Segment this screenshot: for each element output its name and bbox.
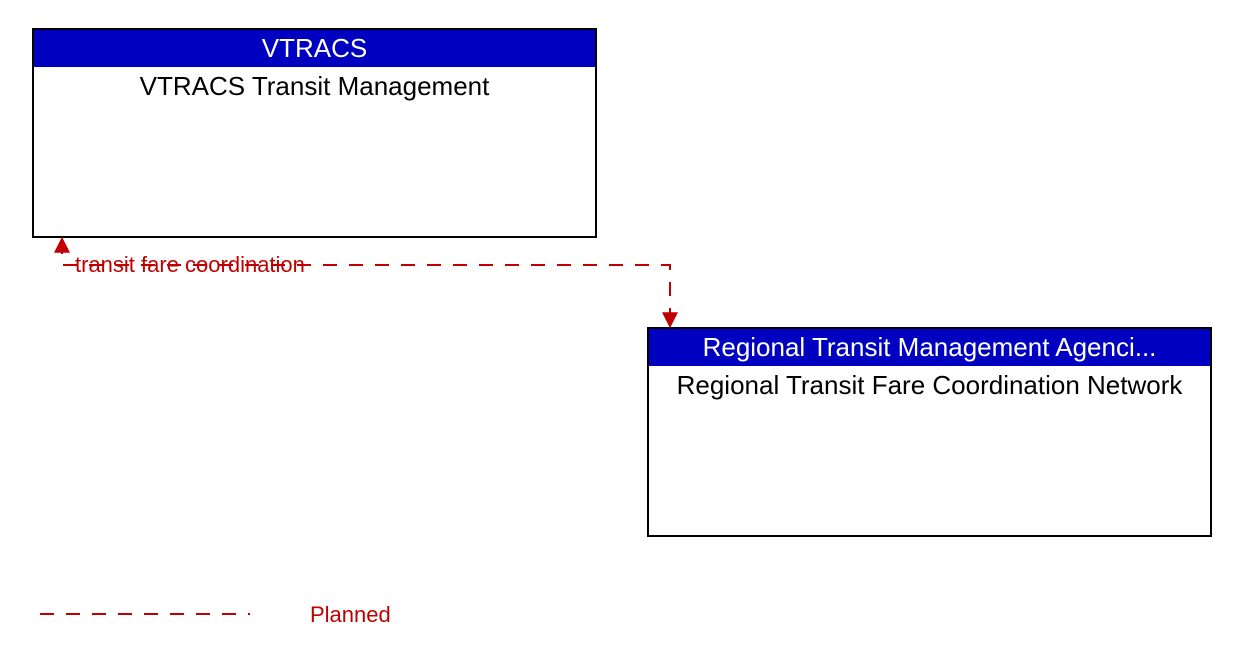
node-regional-body: Regional Transit Fare Coordination Netwo… xyxy=(649,366,1210,405)
connector-label: transit fare coordination xyxy=(75,252,305,278)
node-vtracs: VTRACS VTRACS Transit Management xyxy=(32,28,597,238)
legend-planned-label: Planned xyxy=(310,602,391,628)
node-vtracs-header: VTRACS xyxy=(34,30,595,67)
node-regional-header: Regional Transit Management Agenci... xyxy=(649,329,1210,366)
node-regional: Regional Transit Management Agenci... Re… xyxy=(647,327,1212,537)
node-vtracs-body: VTRACS Transit Management xyxy=(34,67,595,106)
